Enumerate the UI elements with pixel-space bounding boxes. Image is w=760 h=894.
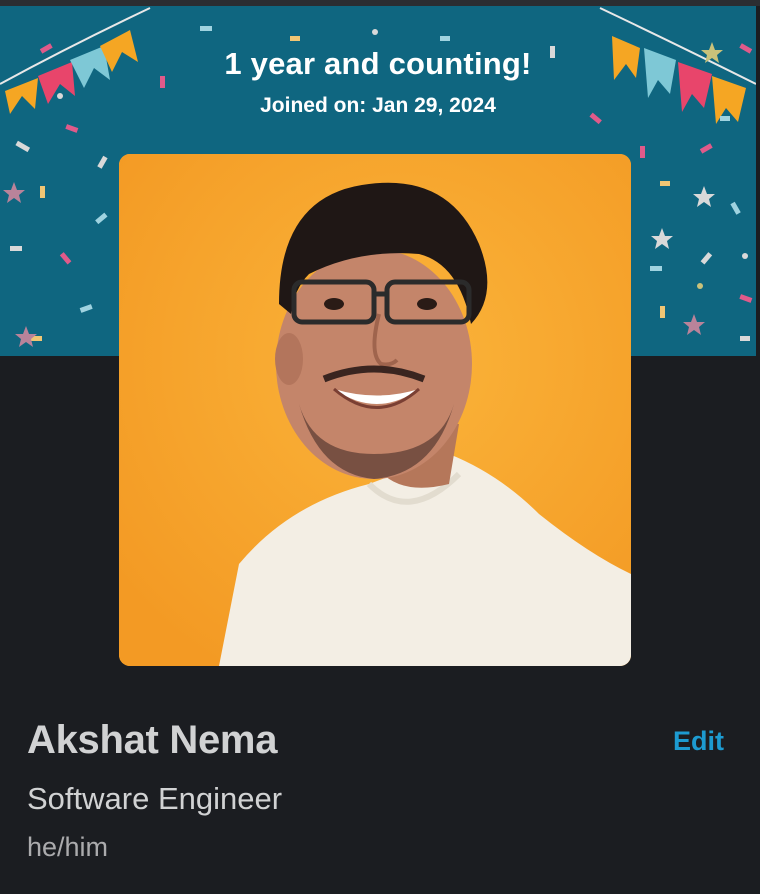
edit-profile-button[interactable]: Edit [673,726,724,757]
joined-date: Joined on: Jan 29, 2024 [260,94,496,117]
anniversary-title: 1 year and counting! [224,46,532,81]
person-illustration [119,154,631,666]
profile-photo[interactable] [119,154,631,666]
profile-pronouns: he/him [27,832,109,862]
profile-job-title: Software Engineer [27,781,283,816]
profile-name: Akshat Nema [27,718,278,762]
